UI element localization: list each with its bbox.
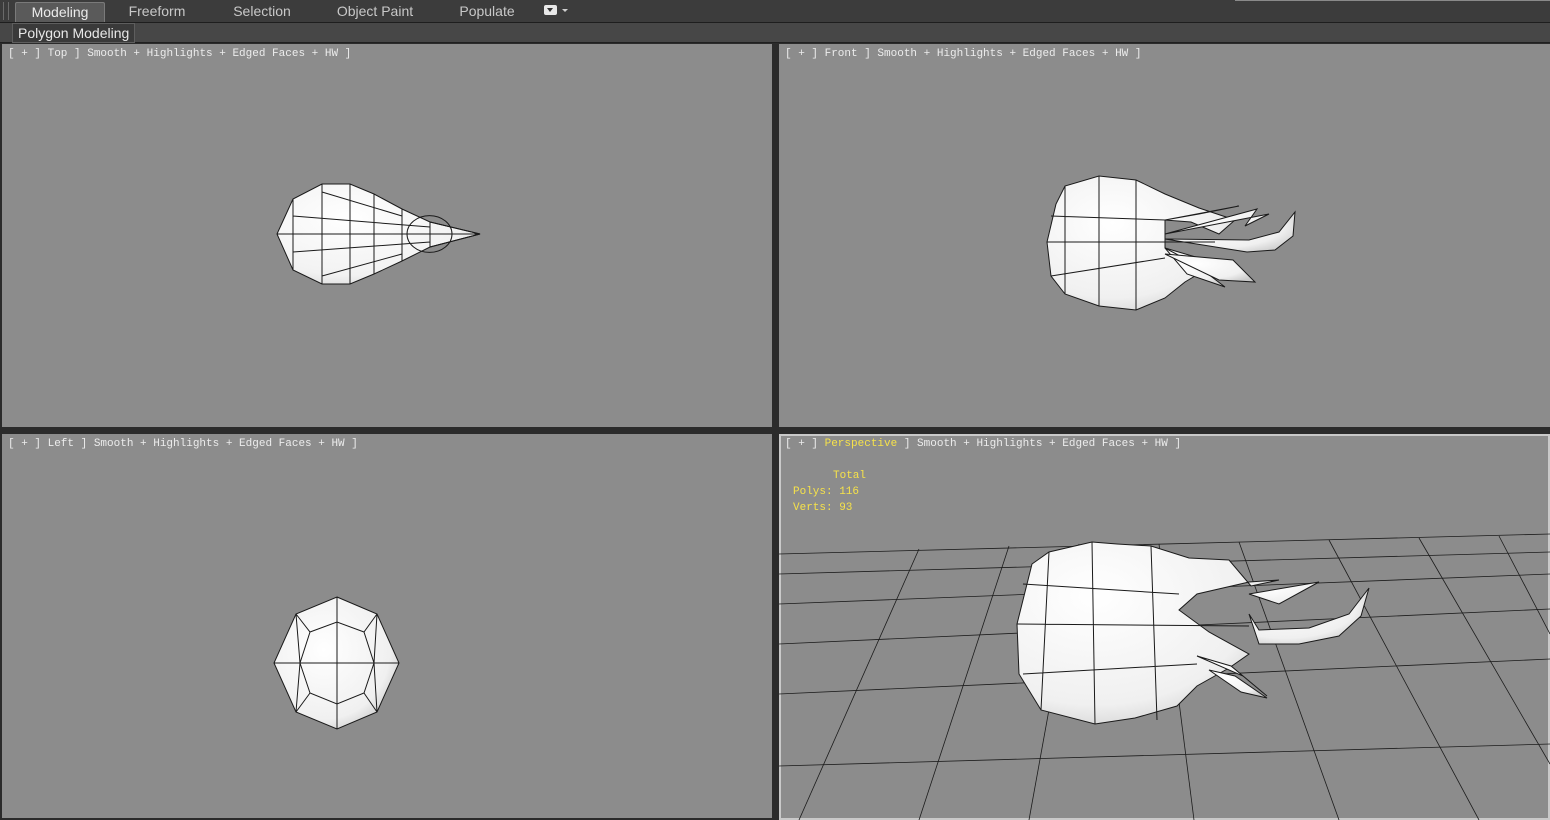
- dropdown-menu-icon[interactable]: [544, 5, 568, 17]
- ribbon-grip-handle[interactable]: [3, 2, 9, 20]
- tab-selection[interactable]: Selection: [222, 2, 302, 21]
- viewport-perspective[interactable]: [ + ] Perspective ] Smooth + Highlights …: [779, 434, 1550, 820]
- tab-modeling[interactable]: Modeling: [15, 2, 105, 22]
- tab-object-paint[interactable]: Object Paint: [330, 2, 420, 21]
- ribbon-tab-bar: Modeling Freeform Selection Object Paint…: [0, 0, 1550, 23]
- mesh-front-view: [1046, 175, 1296, 311]
- viewport-top[interactable]: [ + ] Top ] Smooth + Highlights + Edged …: [2, 44, 772, 427]
- ribbon-divider: [1235, 0, 1550, 1]
- mesh-left-view: [273, 596, 400, 730]
- viewport-left[interactable]: [ + ] Left ] Smooth + Highlights + Edged…: [2, 434, 772, 818]
- mesh-perspective-view: [1016, 541, 1370, 725]
- viewport-front[interactable]: [ + ] Front ] Smooth + Highlights + Edge…: [779, 44, 1550, 427]
- polygon-modeling-button[interactable]: Polygon Modeling: [12, 23, 136, 43]
- ribbon-panel: Polygon Modeling: [0, 23, 1550, 43]
- tab-freeform[interactable]: Freeform: [118, 2, 196, 21]
- tab-populate[interactable]: Populate: [452, 2, 522, 21]
- mesh-top-view: [276, 183, 481, 285]
